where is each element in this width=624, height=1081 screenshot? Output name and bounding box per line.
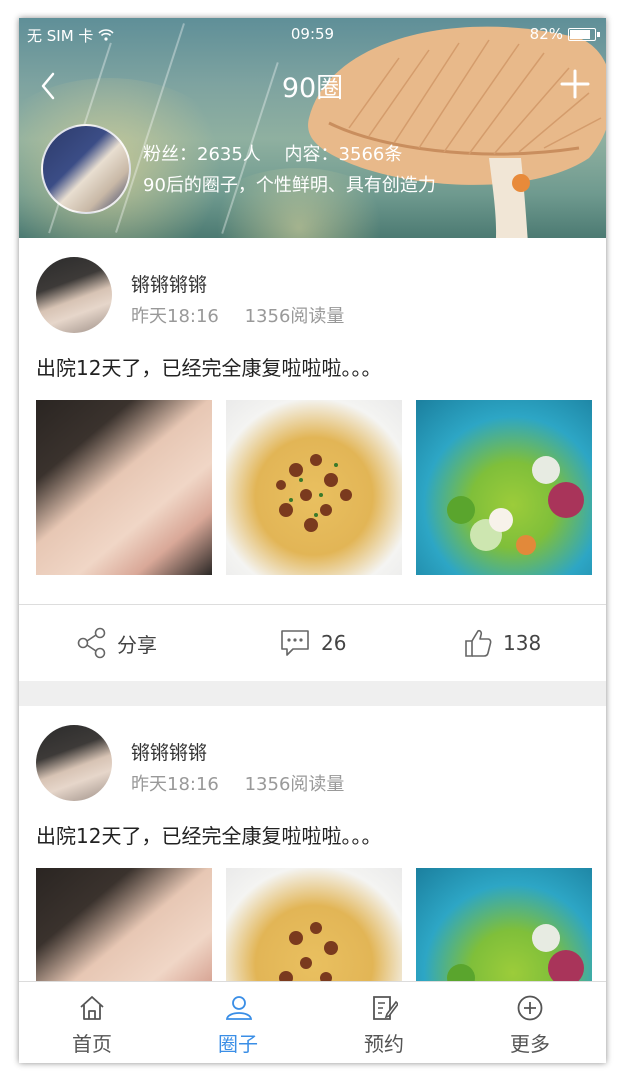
username[interactable]: 锵锵锵锵 (131, 738, 207, 765)
username[interactable]: 锵锵锵锵 (131, 270, 207, 297)
battery-icon (568, 27, 600, 41)
battery-status: 82% (529, 25, 600, 43)
tab-label: 圈子 (218, 1032, 258, 1056)
post-text: 出院12天了，已经完全康复啦啦啦。。。 (36, 356, 382, 380)
share-label: 分享 (117, 632, 157, 657)
user-avatar[interactable] (36, 725, 112, 801)
tab-more[interactable]: 更多 (457, 982, 603, 1063)
post-card[interactable]: 锵锵锵锵 昨天18:16 1356阅读量 出院12天了，已经完全康复啦啦啦。。。 (19, 706, 606, 1043)
circle-header: 无 SIM 卡 09:59 82% 90圈 粉丝：2635人 内容：3566条 … (19, 18, 606, 238)
post-card[interactable]: 锵锵锵锵 昨天18:16 1356阅读量 出院12天了，已经完全康复啦啦啦。。。 (19, 238, 606, 681)
circle-description: 90后的圈子，个性鲜明、具有创造力 (143, 175, 436, 196)
tab-bar: 首页 圈子 预约 更多 (19, 981, 606, 1063)
like-count: 138 (503, 631, 542, 655)
user-avatar[interactable] (36, 257, 112, 333)
home-icon (80, 996, 104, 1020)
tab-home[interactable]: 首页 (19, 982, 165, 1063)
post-meta: 昨天18:16 1356阅读量 (131, 770, 364, 796)
like-button[interactable]: 138 (463, 605, 541, 681)
read-count: 1356阅读量 (244, 306, 345, 327)
tab-booking[interactable]: 预约 (311, 982, 457, 1063)
post-image-pasta[interactable] (226, 400, 402, 575)
tab-label: 预约 (364, 1032, 404, 1056)
comment-count: 26 (321, 631, 347, 655)
battery-percent: 82% (529, 25, 563, 43)
post-text: 出院12天了，已经完全康复啦啦啦。。。 (36, 824, 382, 848)
edit-note-icon (373, 996, 398, 1020)
salad-detail (447, 456, 584, 555)
circle-stats: 粉丝：2635人 内容：3566条 (143, 140, 420, 166)
clock: 09:59 (290, 25, 335, 43)
post-image-salad[interactable] (416, 400, 592, 575)
comment-button[interactable]: 26 (279, 605, 346, 681)
content-count: 内容：3566条 (284, 144, 403, 165)
people-icon (225, 996, 253, 1020)
post-actions: 分享 26 138 (19, 605, 606, 681)
tab-label: 更多 (510, 1032, 550, 1056)
tab-circle[interactable]: 圈子 (165, 982, 311, 1063)
circle-avatar (41, 124, 131, 214)
fans-count: 粉丝：2635人 (143, 144, 261, 165)
share-icon (77, 627, 106, 659)
share-button[interactable]: 分享 (77, 605, 157, 681)
thumbs-up-icon (465, 629, 492, 657)
comment-icon (281, 630, 309, 656)
post-time: 昨天18:16 (131, 306, 219, 327)
pasta-detail (276, 454, 352, 532)
page-title: 90圈 (281, 73, 344, 104)
phone-screen: 无 SIM 卡 09:59 82% 90圈 粉丝：2635人 内容：3566条 … (19, 18, 606, 1063)
post-meta: 昨天18:16 1356阅读量 (131, 302, 364, 328)
post-time: 昨天18:16 (131, 774, 219, 795)
tab-label: 首页 (72, 1032, 112, 1056)
status-bar: 无 SIM 卡 09:59 82% (19, 18, 606, 50)
post-image-portrait[interactable] (36, 400, 212, 575)
mushroom-image (308, 26, 606, 238)
read-count: 1356阅读量 (244, 774, 345, 795)
plus-circle-icon (517, 995, 543, 1021)
add-icon[interactable] (558, 66, 592, 102)
